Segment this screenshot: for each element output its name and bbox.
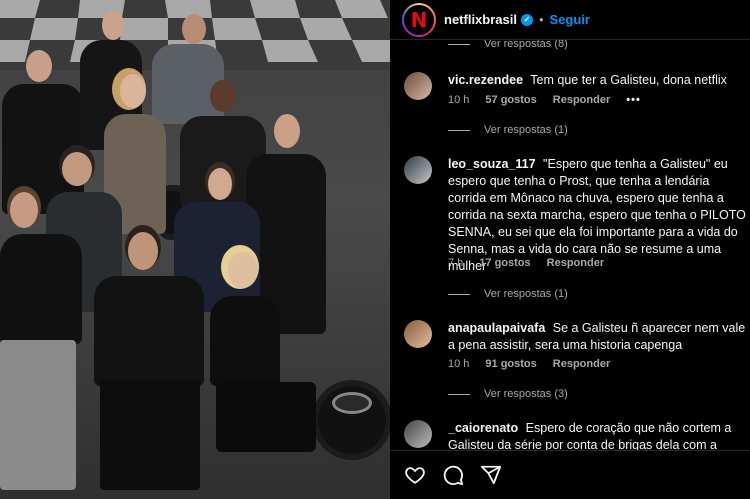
post-header: N netflixbrasil ✓ • Seguir xyxy=(390,0,750,40)
comment-meta: 7 h 17 gostos Responder xyxy=(448,257,604,269)
verified-badge-icon: ✓ xyxy=(520,13,533,26)
comment-likes[interactable]: 17 gostos xyxy=(479,257,530,269)
commenter-avatar[interactable] xyxy=(404,72,432,100)
netflix-logo: N xyxy=(410,7,428,32)
view-replies-link[interactable]: Ver respostas (1) xyxy=(448,288,568,300)
replies-divider xyxy=(448,43,470,45)
reply-button[interactable]: Responder xyxy=(547,257,604,269)
reply-button[interactable]: Responder xyxy=(553,94,610,106)
reply-button[interactable]: Responder xyxy=(553,358,610,370)
view-replies-link[interactable]: Ver respostas (3) xyxy=(448,388,568,400)
comment-likes[interactable]: 91 gostos xyxy=(485,358,536,370)
comment-meta: 10 h 57 gostos Responder ••• xyxy=(448,94,641,106)
separator-dot: • xyxy=(538,12,544,27)
comment-username[interactable]: _caiorenato xyxy=(448,421,518,435)
comment-icon[interactable] xyxy=(442,464,464,486)
comment-meta: 10 h 91 gostos Responder xyxy=(448,358,610,370)
account-avatar[interactable]: N xyxy=(402,2,436,37)
commenter-avatar[interactable] xyxy=(404,420,432,448)
post-action-bar xyxy=(390,450,750,499)
comment-text-block: vic.rezendee Tem que ter a Galisteu, don… xyxy=(448,72,750,89)
replies-divider xyxy=(448,293,470,295)
follow-button[interactable]: Seguir xyxy=(550,12,590,27)
share-icon[interactable] xyxy=(480,464,502,486)
view-replies-link[interactable]: Ver respostas (1) xyxy=(448,124,568,136)
replies-divider xyxy=(448,129,470,131)
race-tire xyxy=(312,380,390,460)
commenter-avatar[interactable] xyxy=(404,156,432,184)
replies-divider xyxy=(448,393,470,395)
comment: anapaulapaivafa Se a Galisteu ñ aparecer… xyxy=(404,320,750,376)
heart-icon[interactable] xyxy=(404,464,426,486)
comment-time: 10 h xyxy=(448,358,470,370)
comment-body: Tem que ter a Galisteu, dona netflix xyxy=(530,73,727,87)
more-options-icon[interactable]: ••• xyxy=(626,94,641,106)
comment-body: "Espero que tenha a Galisteu" eu espero … xyxy=(448,157,746,273)
post-photo[interactable] xyxy=(0,0,390,499)
comments-panel: Ver respostas (8) N netflixbrasil ✓ • Se… xyxy=(390,0,750,499)
commenter-avatar[interactable] xyxy=(404,320,432,348)
comment-username[interactable]: leo_souza_117 xyxy=(448,157,536,171)
comment-text-block: anapaulapaivafa Se a Galisteu ñ aparecer… xyxy=(448,320,750,354)
comment: leo_souza_117 "Espero que tenha a Galist… xyxy=(404,156,750,276)
comment-likes[interactable]: 57 gostos xyxy=(485,94,536,106)
comment-username[interactable]: vic.rezendee xyxy=(448,73,523,87)
comment-username[interactable]: anapaulapaivafa xyxy=(448,321,545,335)
comment-time: 10 h xyxy=(448,94,470,106)
comment-time: 7 h xyxy=(448,257,464,269)
account-username[interactable]: netflixbrasil xyxy=(444,12,517,27)
